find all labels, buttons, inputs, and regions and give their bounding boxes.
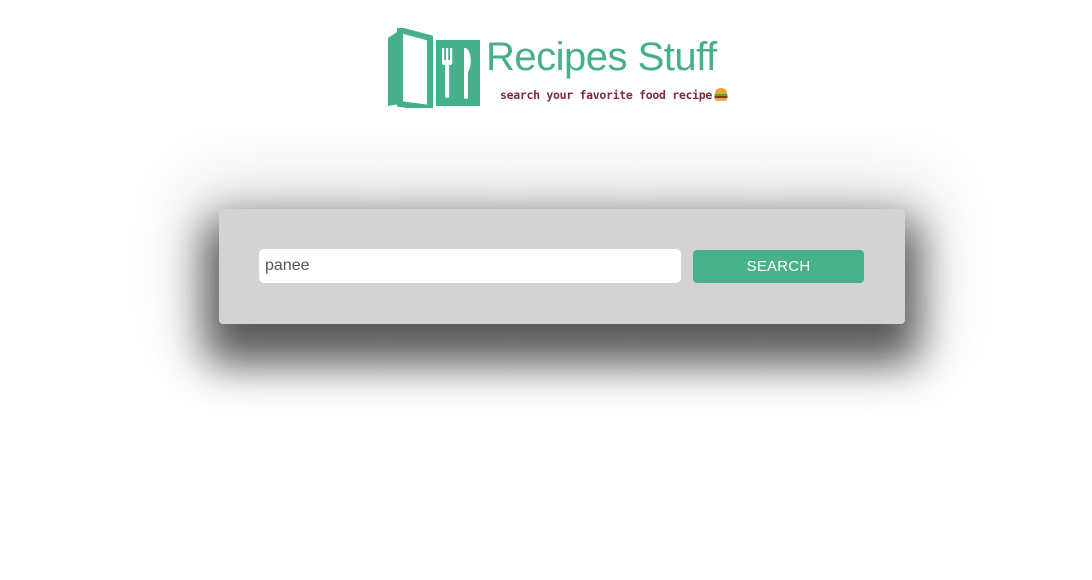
site-tagline-text: search your favorite food recipe	[500, 88, 712, 102]
site-tagline: search your favorite food recipe	[500, 86, 729, 103]
search-button[interactable]: SEARCH	[693, 250, 864, 283]
site-title: Recipes Stuff	[486, 35, 717, 79]
site-logo: Recipes Stuff search your favorite food …	[386, 28, 729, 110]
search-input[interactable]	[259, 249, 681, 283]
page: Recipes Stuff search your favorite food …	[0, 0, 1092, 580]
burger-icon	[714, 88, 728, 101]
search-panel: SEARCH	[219, 209, 905, 324]
recipe-book-icon	[388, 28, 480, 108]
